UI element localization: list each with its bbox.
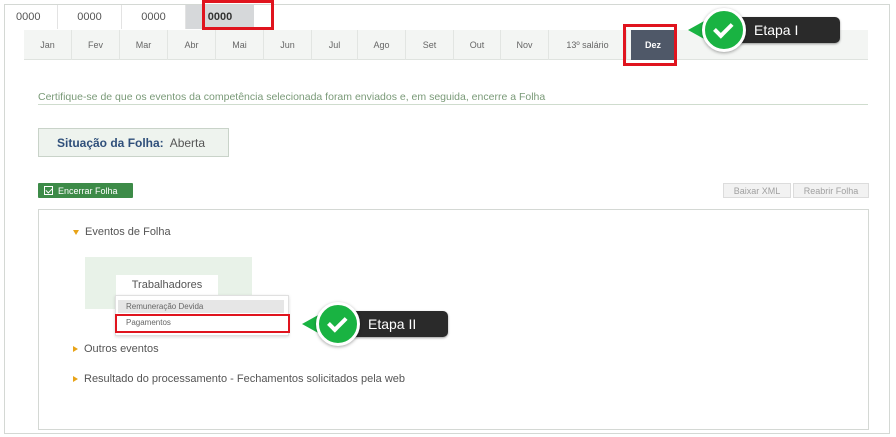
year-tab[interactable]: 0000 xyxy=(58,5,122,29)
caret-right-icon xyxy=(73,346,78,352)
checkbox-icon xyxy=(44,186,53,195)
check-circle-icon xyxy=(316,302,360,346)
callout-etapa-2: Etapa II xyxy=(302,302,448,346)
tab-month-out[interactable]: Out xyxy=(454,30,501,60)
tree-item-eventos-de-folha[interactable]: Eventos de Folha xyxy=(73,226,171,238)
tab-month-mai[interactable]: Mai xyxy=(216,30,264,60)
tab-month-jul[interactable]: Jul xyxy=(312,30,358,60)
tab-month-fev[interactable]: Fev xyxy=(72,30,120,60)
tree-item-label: Resultado do processamento - Fechamentos… xyxy=(84,373,406,385)
trabalhadores-tab[interactable]: Trabalhadores xyxy=(116,275,218,295)
caret-right-icon xyxy=(73,376,78,382)
divider xyxy=(38,104,868,105)
tab-month-nov[interactable]: Nov xyxy=(501,30,549,60)
tab-month-abr[interactable]: Abr xyxy=(168,30,216,60)
tab-month-13-salario[interactable]: 13º salário xyxy=(549,30,627,60)
tree-item-label: Outros eventos xyxy=(84,343,159,355)
tree-item-label: Eventos de Folha xyxy=(85,226,171,238)
highlight-year-box xyxy=(202,0,274,30)
status-box: Situação da Folha: Aberta xyxy=(38,128,229,157)
encerrar-folha-label: Encerrar Folha xyxy=(58,185,118,196)
callout-label: Etapa II xyxy=(348,311,448,337)
instruction-text: Certifique-se de que os eventos da compe… xyxy=(38,91,546,103)
tab-month-set[interactable]: Set xyxy=(406,30,454,60)
callout-label: Etapa I xyxy=(734,17,840,43)
tree-item-resultado-processamento[interactable]: Resultado do processamento - Fechamentos… xyxy=(73,373,405,385)
year-tab[interactable]: 0000 xyxy=(122,5,186,29)
highlight-pagamentos-box xyxy=(115,314,290,333)
reabrir-folha-button[interactable]: Reabrir Folha xyxy=(793,183,869,198)
tree-item-outros-eventos[interactable]: Outros eventos xyxy=(73,343,159,355)
status-label: Situação da Folha: xyxy=(57,135,164,150)
tab-month-mar[interactable]: Mar xyxy=(120,30,168,60)
caret-down-icon xyxy=(73,229,79,235)
callout-etapa-1: Etapa I xyxy=(688,8,840,52)
baixar-xml-button[interactable]: Baixar XML xyxy=(723,183,791,198)
tab-month-jun[interactable]: Jun xyxy=(264,30,312,60)
tab-month-jan[interactable]: Jan xyxy=(24,30,72,60)
status-value: Aberta xyxy=(169,135,206,150)
encerrar-folha-button[interactable]: Encerrar Folha xyxy=(38,183,133,198)
year-tab[interactable]: 0000 xyxy=(8,5,58,29)
check-circle-icon xyxy=(702,8,746,52)
highlight-month-box xyxy=(623,24,677,66)
tab-month-ago[interactable]: Ago xyxy=(358,30,406,60)
menu-item-remuneracao-devida[interactable]: Remuneração Devida xyxy=(118,300,284,313)
